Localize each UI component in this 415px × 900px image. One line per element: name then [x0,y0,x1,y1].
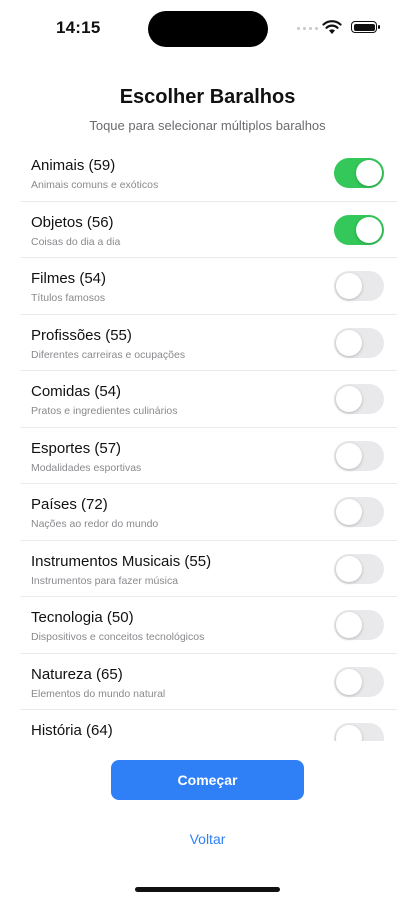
deck-row[interactable]: Países (72) Nações ao redor do mundo [20,484,397,541]
deck-toggle[interactable] [334,723,384,741]
deck-description: Animais comuns e exóticos [31,179,159,191]
wifi-icon [322,20,342,34]
deck-toggle[interactable] [334,327,384,358]
toggle-knob [336,668,362,695]
deck-row[interactable]: Comidas (54) Pratos e ingredientes culiná… [20,371,397,428]
toggle-knob [336,386,362,412]
deck-name: Profissões (55) [31,326,132,344]
deck-description: Títulos famosos [31,292,106,304]
toggle-knob [336,329,362,356]
deck-name: Países (72) [31,496,108,513]
deck-list[interactable]: Animais (59) Animais comuns e exóticos Obj… [20,145,397,741]
toggle-knob [336,555,362,582]
deck-row[interactable]: Esportes (57) Modalidades esportivas [20,428,397,484]
toggle-knob [336,612,362,638]
deck-name: Objetos (56) [31,213,114,231]
toggle-knob [336,273,362,299]
cellular-signal-icon [297,27,318,30]
deck-description: Modalidades esportivas [31,461,142,474]
deck-name: Animais (59) [31,157,116,174]
deck-description: Pratos e ingredientes culinários [31,405,178,417]
deck-row[interactable]: História (64) [20,710,397,741]
deck-toggle[interactable] [334,384,384,414]
deck-toggle[interactable] [334,158,384,188]
back-link[interactable]: Voltar [0,831,415,847]
deck-name: Tecnologia (50) [31,609,134,626]
deck-description: Dispositivos e conceitos tecnológicos [31,631,205,643]
start-button[interactable]: Começar [111,760,304,800]
deck-row[interactable]: Natureza (65) Elementos do mundo natural [20,654,397,710]
deck-toggle[interactable] [334,610,384,640]
toggle-knob [356,216,382,243]
deck-row[interactable]: Instrumentos Musicais (55) Instrumentos p… [20,541,397,597]
home-indicator [135,887,280,892]
dynamic-island [148,11,268,47]
deck-name: Instrumentos Musicais (55) [31,552,212,570]
deck-name: Comidas (54) [31,383,122,400]
status-time: 14:15 [56,18,101,37]
deck-name: Natureza (65) [31,665,123,683]
status-bar: 14:15 [0,0,415,58]
deck-description: Diferentes carreiras e ocupações [31,348,186,361]
deck-toggle[interactable] [334,440,384,471]
page-title: Escolher Baralhos [119,86,296,108]
deck-toggle[interactable] [334,497,384,527]
deck-row[interactable]: Tecnologia (50) Dispositivos e conceitos … [20,597,397,654]
deck-description: Nações ao redor do mundo [31,518,159,530]
deck-row[interactable]: Animais (59) Animais comuns e exóticos [20,145,397,202]
toggle-knob [336,725,362,741]
deck-description: Instrumentos para fazer música [31,574,179,587]
deck-row[interactable]: Filmes (54) Títulos famosos [20,258,397,315]
page-subtitle: Toque para selecionar múltiplos baralhos [89,118,326,133]
deck-row[interactable]: Profissões (55) Diferentes carreiras e oc… [20,315,397,371]
deck-description: Coisas do dia a dia [31,235,121,248]
deck-toggle[interactable] [334,214,384,245]
deck-description: Elementos do mundo natural [31,687,166,700]
deck-toggle[interactable] [334,666,384,697]
deck-toggle[interactable] [334,271,384,301]
deck-name: Filmes (54) [31,270,107,287]
battery-icon [351,21,380,33]
deck-name: História (64) [31,722,113,739]
toggle-knob [336,499,362,525]
toggle-knob [336,442,362,469]
deck-toggle[interactable] [334,553,384,584]
deck-name: Esportes (57) [31,439,122,457]
deck-row[interactable]: Objetos (56) Coisas do dia a dia [20,202,397,258]
toggle-knob [356,160,382,186]
